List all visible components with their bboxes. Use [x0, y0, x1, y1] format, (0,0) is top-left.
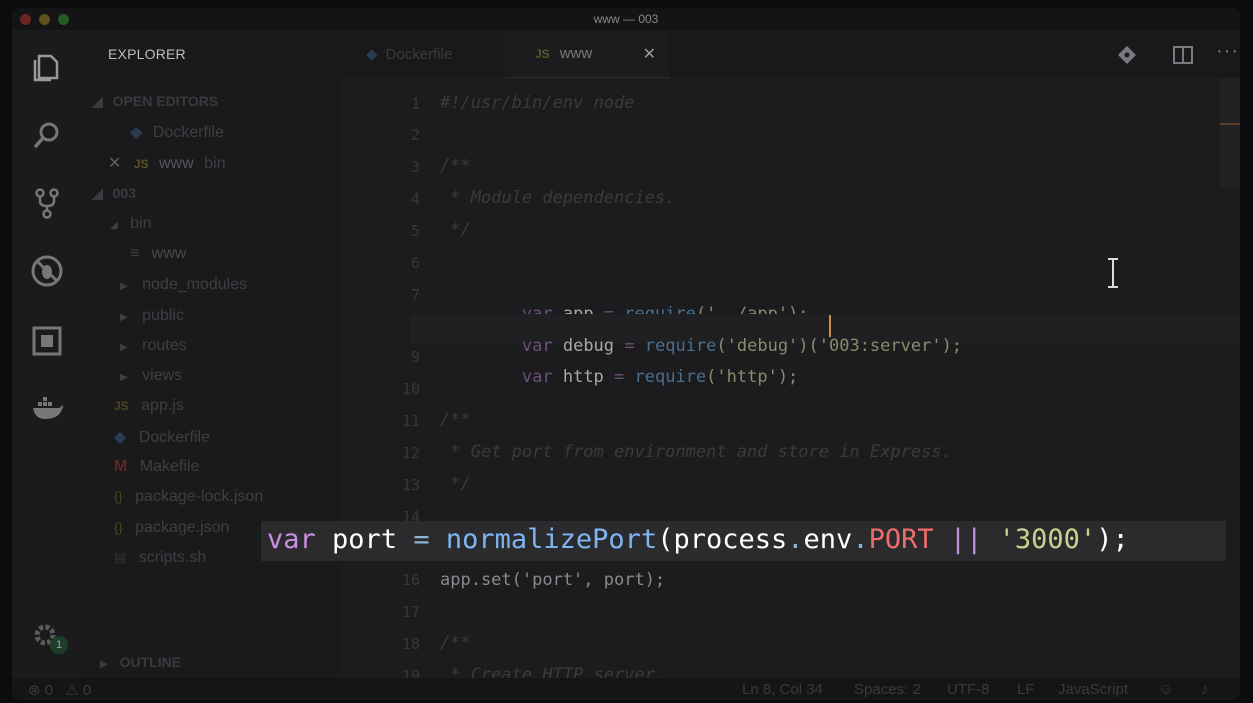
code-line-9: var http = require('http'); — [521, 367, 799, 387]
scrollbar-cursor-marker — [1220, 123, 1240, 125]
zoomed-code-line-15: var port = normalizePort(process.env.POR… — [267, 524, 1129, 555]
code-line-16: app.set('port', port); — [440, 570, 666, 590]
docker-file-icon: ◆ — [366, 46, 378, 63]
shell-icon: ▤ — [114, 550, 127, 565]
close-editor-icon[interactable]: ✕ — [108, 155, 121, 172]
outline-header[interactable]: ▶ OUTLINE — [100, 654, 181, 670]
tree-item-bin[interactable]: ◢ bin — [110, 215, 152, 233]
indentation-setting[interactable]: Spaces: 2 — [854, 681, 921, 698]
encoding-setting[interactable]: UTF-8 — [947, 681, 990, 698]
editor-area: ◆ Dockerfile JS www ✕ ··· 1 2 3 4 5 6 7 … — [340, 30, 1240, 685]
tab-dockerfile[interactable]: ◆ Dockerfile — [340, 30, 531, 78]
js-icon: JS — [535, 46, 550, 61]
chevron-down-icon: ◢ — [92, 93, 103, 109]
warning-icon: ⚠ — [65, 682, 79, 699]
open-changes-icon[interactable] — [1117, 45, 1137, 65]
split-editor-icon[interactable] — [1173, 46, 1193, 64]
json-icon: {} — [114, 489, 123, 504]
cursor-position[interactable]: Ln 8, Col 34 — [742, 681, 823, 698]
js-icon: JS — [133, 157, 149, 171]
editor-window: www — 003 1 EXPLORER ◢ OPEN EDITORS ◆ Do… — [12, 8, 1240, 700]
error-icon: ⊗ — [28, 682, 41, 699]
explorer-title: EXPLORER — [108, 46, 186, 62]
line-ending-setting[interactable]: LF — [1017, 681, 1035, 698]
json-icon: {} — [114, 520, 123, 535]
code-line-18: /** — [440, 633, 471, 653]
code-line-11: /** — [440, 410, 471, 430]
text-caret — [829, 315, 831, 337]
settings-update-badge: 1 — [50, 636, 68, 654]
tree-item-package-json[interactable]: {} package.json — [114, 519, 229, 537]
feedback-smiley-icon[interactable]: ☺ — [1158, 681, 1173, 698]
code-line-5: */ — [440, 220, 471, 240]
source-control-icon[interactable] — [30, 186, 64, 220]
tab-bar: ◆ Dockerfile JS www ✕ ··· — [340, 30, 1240, 78]
notifications-bell-icon[interactable]: ♪ — [1201, 681, 1209, 698]
mouse-ibeam-cursor-icon — [1108, 258, 1118, 288]
file-lines-icon: ≡ — [130, 245, 140, 262]
debug-icon[interactable] — [30, 254, 64, 288]
tree-item-www[interactable]: ≡ www — [130, 245, 186, 263]
code-line-4: * Module dependencies. — [440, 188, 676, 208]
tree-item-node-modules[interactable]: ▶ node_modules — [120, 276, 247, 294]
problems-indicator[interactable]: ⊗ 0 ⚠ 0 — [28, 681, 91, 699]
explorer-files-icon[interactable] — [30, 50, 64, 84]
tree-item-app-js[interactable]: JS app.js — [114, 397, 184, 415]
close-tab-icon[interactable]: ✕ — [643, 44, 656, 64]
window-title: www — 003 — [593, 12, 659, 26]
open-editor-www[interactable]: ✕ JS www bin — [108, 153, 225, 173]
chevron-down-icon: ◢ — [110, 220, 118, 231]
js-icon: JS — [114, 399, 129, 413]
docker-icon[interactable] — [30, 392, 64, 426]
chevron-down-icon: ◢ — [92, 185, 103, 201]
open-editors-header[interactable]: ◢ OPEN EDITORS — [92, 93, 218, 110]
search-icon[interactable] — [30, 118, 64, 152]
open-editor-dockerfile[interactable]: ◆ Dockerfile — [130, 122, 224, 142]
zoomed-code-callout: var port = normalizePort(process.env.POR… — [261, 521, 1226, 561]
chevron-right-icon: ▶ — [100, 659, 108, 670]
code-line-3: /** — [440, 156, 471, 176]
docker-file-icon: ◆ — [130, 124, 143, 141]
tree-item-views[interactable]: ▶ views — [120, 367, 182, 385]
chevron-right-icon: ▶ — [120, 342, 128, 353]
chevron-right-icon: ▶ — [120, 372, 128, 383]
code-line-1: #!/usr/bin/env node — [440, 93, 635, 113]
code-line-13: */ — [440, 474, 471, 494]
status-bar: ⊗ 0 ⚠ 0 Ln 8, Col 34 Spaces: 2 UTF-8 LF … — [12, 678, 1240, 700]
makefile-icon: M — [114, 458, 128, 475]
chevron-right-icon: ▶ — [120, 281, 128, 292]
code-line-12: * Get port from environment and store in… — [440, 442, 952, 462]
tree-item-scripts-sh[interactable]: ▤ scripts.sh — [114, 549, 206, 567]
scrollbar-slider[interactable] — [1220, 78, 1240, 188]
tab-www[interactable]: JS www ✕ — [505, 30, 670, 78]
chevron-right-icon: ▶ — [120, 312, 128, 323]
activity-bar: 1 — [12, 30, 80, 678]
explorer-sidebar: EXPLORER ◢ OPEN EDITORS ◆ Dockerfile ✕ J… — [80, 30, 340, 678]
tree-item-dockerfile[interactable]: ◆ Dockerfile — [114, 427, 210, 447]
more-actions-icon[interactable]: ··· — [1216, 40, 1239, 63]
folder-003-header[interactable]: ◢ 003 — [92, 185, 136, 202]
docker-file-icon: ◆ — [114, 429, 127, 446]
language-mode[interactable]: JavaScript — [1058, 681, 1128, 698]
tree-item-package-lock[interactable]: {} package-lock.json — [114, 488, 263, 506]
extensions-icon[interactable] — [30, 324, 64, 358]
tree-item-makefile[interactable]: M Makefile — [114, 458, 199, 476]
tree-item-routes[interactable]: ▶ routes — [120, 337, 187, 355]
title-bar: www — 003 — [12, 8, 1240, 30]
tree-item-public[interactable]: ▶ public — [120, 307, 184, 325]
